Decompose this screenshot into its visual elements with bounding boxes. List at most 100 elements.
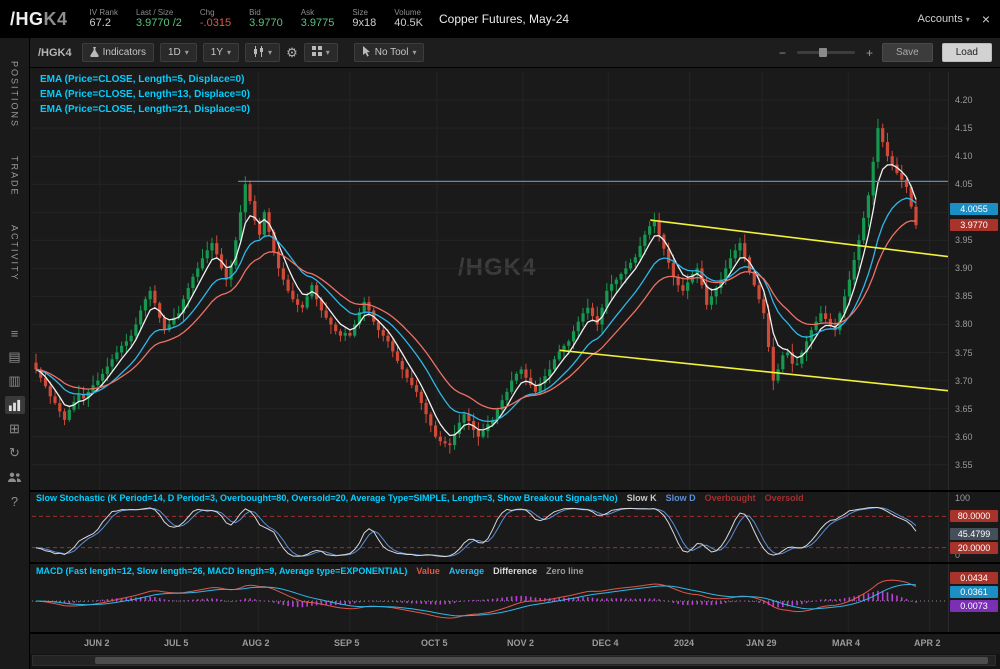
legend-item: Slow D: [666, 493, 696, 503]
menu-icon[interactable]: ≡: [5, 324, 25, 342]
sidebar-tab-trade[interactable]: TRADE: [10, 145, 20, 208]
history-icon[interactable]: ↻: [5, 444, 25, 462]
left-sidebar: POSITIONS TRADE ACTIVITY ≡ ▤ ▥ ⊞ ↻?: [0, 38, 30, 669]
chart-scrollbar-handle[interactable]: [95, 657, 988, 664]
price-axis-label: 3.85: [955, 291, 973, 301]
zoom-slider[interactable]: [797, 51, 855, 54]
range-dropdown[interactable]: 1Y▾: [203, 43, 239, 62]
symbol-title: /HGK4: [10, 9, 68, 30]
panel-divider: [30, 632, 1000, 634]
sidebar-tabs: POSITIONS TRADE ACTIVITY: [10, 50, 20, 298]
chevron-down-icon: ▾: [412, 48, 416, 57]
quote-field-bid: Bid3.9770: [249, 8, 283, 31]
zoom-out-button[interactable]: −: [779, 46, 786, 60]
time-axis-label: MAR 4: [832, 638, 860, 648]
drawing-tool-dropdown[interactable]: No Tool ▾: [354, 43, 425, 62]
macd-axis: 0.04340.03610.0073: [948, 564, 1000, 632]
apps-grid-icon[interactable]: ⊞: [5, 420, 25, 438]
quote-field-value: 3.9770 /2: [136, 17, 182, 30]
accounts-menu[interactable]: Accounts ▾: [917, 13, 969, 25]
quote-field-label: Volume: [394, 8, 423, 18]
symbol-root: /HG: [10, 9, 44, 29]
time-axis-label: OCT 5: [421, 638, 448, 648]
trading-platform-window: /HGK4 IV Rank67.2 Last / Size3.9770 /2 Chg…: [0, 0, 1000, 669]
help-icon[interactable]: ?: [5, 492, 25, 510]
quote-field-iv-rank: IV Rank67.2: [90, 8, 118, 31]
time-axis-label: DEC 4: [592, 638, 619, 648]
ema-study-label[interactable]: EMA (Price=CLOSE, Length=21, Displace=0): [40, 104, 250, 115]
grid-layout-dropdown[interactable]: ▾: [304, 43, 338, 62]
price-axis-label: 3.90: [955, 263, 973, 273]
time-axis-label: JUN 2: [84, 638, 110, 648]
panel-divider[interactable]: [30, 490, 1000, 492]
quote-field-ask: Ask3.9775: [301, 8, 335, 31]
quote-field-label: Size: [352, 8, 376, 18]
sidebar-tab-positions[interactable]: POSITIONS: [10, 50, 20, 139]
quote-field-value: 3.9770: [249, 17, 283, 30]
chevron-down-icon: ▾: [268, 48, 272, 57]
time-axis-label: NOV 2: [507, 638, 534, 648]
toolbar-right: − + Save Load: [779, 43, 992, 62]
chevron-down-icon: ▾: [326, 48, 330, 57]
chart-type-dropdown[interactable]: ▾: [245, 43, 280, 62]
watchlist-icon[interactable]: ▤: [5, 348, 25, 366]
symbol-suffix: K4: [44, 9, 68, 29]
time-axis: JUN 2JUL 5AUG 2SEP 5OCT 5NOV 2DEC 42024J…: [32, 634, 948, 652]
close-icon[interactable]: ×: [982, 11, 990, 27]
price-axis-label: 3.65: [955, 404, 973, 414]
price-axis-label: 3.95: [955, 235, 973, 245]
stochastic-study-label[interactable]: Slow Stochastic (K Period=14, D Period=3…: [36, 493, 618, 503]
time-axis-label: JUL 5: [164, 638, 188, 648]
stochastic-label-row: Slow Stochastic (K Period=14, D Period=3…: [36, 493, 804, 503]
ema-study-label[interactable]: EMA (Price=CLOSE, Length=5, Displace=0): [40, 74, 250, 85]
load-button[interactable]: Load: [942, 43, 992, 62]
chart-settings-gear-icon[interactable]: ⚙: [286, 45, 298, 61]
price-axis-label: 3.75: [955, 348, 973, 358]
sidebar-tab-activity[interactable]: ACTIVITY: [10, 214, 20, 293]
save-button[interactable]: Save: [882, 43, 933, 62]
chevron-down-icon: ▾: [185, 48, 189, 57]
sidebar-icons: ≡ ▤ ▥ ⊞ ↻?: [5, 324, 25, 510]
legend-item: Difference: [493, 566, 537, 576]
support-people-icon[interactable]: [5, 468, 25, 486]
charts-icon[interactable]: [5, 396, 25, 414]
price-axis-label: 3.80: [955, 319, 973, 329]
zoom-in-button[interactable]: +: [866, 46, 873, 60]
price-chart-plot[interactable]: [32, 72, 948, 490]
chevron-down-icon: ▾: [966, 15, 970, 24]
macd-study-label[interactable]: MACD (Fast length=12, Slow length=26, MA…: [36, 566, 407, 576]
price-axis-label: 4.05: [955, 179, 973, 189]
cursor-pointer-icon: [362, 46, 371, 60]
time-axis-label: SEP 5: [334, 638, 359, 648]
orders-icon[interactable]: ▥: [5, 372, 25, 390]
timeframe-dropdown[interactable]: 1D▾: [160, 43, 197, 62]
quote-field-label: Last / Size: [136, 8, 182, 18]
legend-item: Slow K: [627, 493, 657, 503]
price-axis[interactable]: 4.204.154.104.054.003.953.903.853.803.75…: [948, 72, 1000, 490]
quote-field-chg: Chg-.0315: [200, 8, 231, 31]
top-quote-bar: /HGK4 IV Rank67.2 Last / Size3.9770 /2 Chg…: [0, 0, 1000, 38]
price-axis-label: 4.20: [955, 95, 973, 105]
range-value: 1Y: [211, 47, 223, 58]
chart-scrollbar[interactable]: [32, 655, 996, 666]
quote-field-value: -.0315: [200, 17, 231, 30]
panel-divider[interactable]: [30, 562, 1000, 564]
accounts-label: Accounts: [917, 13, 962, 25]
legend-item: Zero line: [546, 566, 584, 576]
stochastic-badge: 20.0000: [950, 542, 998, 554]
price-axis-label: 3.70: [955, 376, 973, 386]
quote-field-label: Chg: [200, 8, 231, 18]
macd-badge: 0.0434: [950, 572, 998, 584]
time-axis-label: 2024: [674, 638, 694, 648]
ema-study-label[interactable]: EMA (Price=CLOSE, Length=13, Displace=0): [40, 89, 250, 100]
stoch-axis-label: 100: [955, 493, 970, 503]
legend-item: Overbought: [705, 493, 756, 503]
indicators-button[interactable]: Indicators: [82, 43, 154, 62]
quote-field-size: Size9x18: [352, 8, 376, 31]
study-labels: EMA (Price=CLOSE, Length=5, Displace=0) E…: [40, 74, 250, 115]
quote-field-value: 9x18: [352, 17, 376, 30]
zoom-slider-handle[interactable]: [819, 48, 827, 57]
legend-item: Value: [416, 566, 440, 576]
stochastic-axis: 100080.000045.479920.0000: [948, 492, 1000, 562]
quote-field-value: 67.2: [90, 17, 118, 30]
